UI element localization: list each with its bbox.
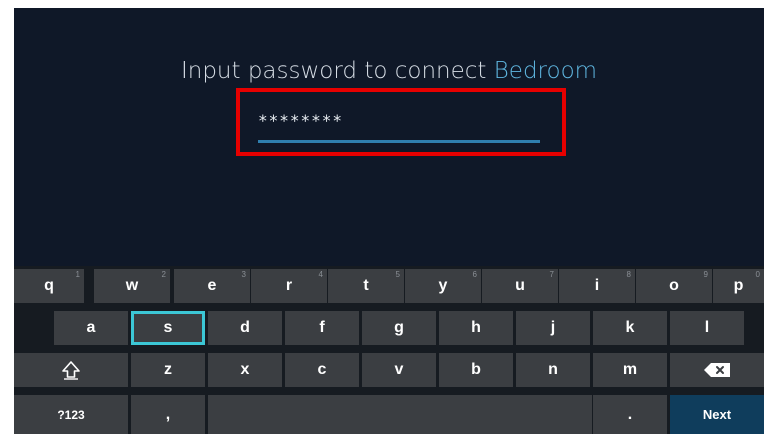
network-name: Bedroom xyxy=(493,58,598,84)
key-c-label: c xyxy=(317,361,327,378)
key-j-label: j xyxy=(550,319,556,336)
period-label: . xyxy=(627,405,633,423)
key-p-label: p xyxy=(733,277,744,294)
key-i-label: i xyxy=(594,277,600,294)
connect-prompt: Input password to connect Bedroom xyxy=(14,58,764,84)
key-e[interactable]: e3 xyxy=(174,269,250,303)
key-a[interactable]: a xyxy=(54,311,128,345)
next-key[interactable]: Next xyxy=(670,395,764,434)
key-m[interactable]: m xyxy=(593,353,667,387)
key-e-hint: 3 xyxy=(241,270,246,279)
key-s-focused[interactable]: s xyxy=(131,311,205,345)
comma-label: , xyxy=(165,405,171,423)
key-f-label: f xyxy=(319,319,325,336)
key-w-hint: 2 xyxy=(161,270,166,279)
key-i-hint: 8 xyxy=(626,270,631,279)
key-w-label: w xyxy=(125,277,139,294)
shift-key[interactable] xyxy=(14,353,128,387)
key-z[interactable]: z xyxy=(131,353,205,387)
key-i[interactable]: i8 xyxy=(559,269,635,303)
key-t[interactable]: t5 xyxy=(328,269,404,303)
key-d[interactable]: d xyxy=(208,311,282,345)
key-b[interactable]: b xyxy=(439,353,513,387)
key-q-hint: 1 xyxy=(75,270,80,279)
key-d-label: d xyxy=(240,319,250,336)
key-c[interactable]: c xyxy=(285,353,359,387)
key-y-hint: 6 xyxy=(472,270,477,279)
key-s-label: s xyxy=(163,319,173,336)
key-y-label: y xyxy=(438,277,448,294)
key-w[interactable]: w2 xyxy=(94,269,170,303)
key-b-label: b xyxy=(471,361,481,378)
key-g[interactable]: g xyxy=(362,311,436,345)
key-v[interactable]: v xyxy=(362,353,436,387)
key-v-label: v xyxy=(394,361,404,378)
key-u-hint: 7 xyxy=(549,270,554,279)
on-screen-keyboard: q1 w2 e3 r4 t5 y6 u7 i8 o9 p0 a s d f g … xyxy=(14,266,764,434)
key-q[interactable]: q1 xyxy=(14,269,84,303)
key-x-label: x xyxy=(240,361,250,378)
next-label: Next xyxy=(702,407,732,422)
symbols-label: ?123 xyxy=(57,407,85,422)
comma-key[interactable]: , xyxy=(131,395,205,434)
key-t-hint: 5 xyxy=(395,270,400,279)
key-y[interactable]: y6 xyxy=(405,269,481,303)
period-key[interactable]: . xyxy=(593,395,667,434)
key-k-label: k xyxy=(625,319,635,336)
symbols-key[interactable]: ?123 xyxy=(14,395,128,434)
key-o[interactable]: o9 xyxy=(636,269,712,303)
key-e-label: e xyxy=(207,277,217,294)
key-m-label: m xyxy=(622,361,638,378)
key-u-label: u xyxy=(515,277,525,294)
key-x[interactable]: x xyxy=(208,353,282,387)
key-u[interactable]: u7 xyxy=(482,269,558,303)
key-t-label: t xyxy=(363,277,369,294)
backspace-key[interactable] xyxy=(670,353,764,387)
backspace-icon xyxy=(704,363,730,377)
key-n[interactable]: n xyxy=(516,353,590,387)
key-k[interactable]: k xyxy=(593,311,667,345)
key-j[interactable]: j xyxy=(516,311,590,345)
key-g-label: g xyxy=(394,319,404,336)
key-q-label: q xyxy=(44,277,54,294)
key-h[interactable]: h xyxy=(439,311,513,345)
shift-icon xyxy=(61,360,81,380)
key-r-hint: 4 xyxy=(318,270,323,279)
wifi-password-screen: Input password to connect Bedroom ******… xyxy=(14,8,764,434)
key-r-label: r xyxy=(285,277,293,294)
key-z-label: z xyxy=(164,361,172,378)
key-n-label: n xyxy=(548,361,558,378)
key-o-label: o xyxy=(669,277,679,294)
key-h-label: h xyxy=(471,319,481,336)
key-p[interactable]: p0 xyxy=(713,269,764,303)
key-a-label: a xyxy=(86,319,96,336)
password-input-underline xyxy=(258,140,540,143)
password-input[interactable]: ******** xyxy=(258,111,538,139)
key-r[interactable]: r4 xyxy=(251,269,327,303)
key-l[interactable]: l xyxy=(670,311,744,345)
key-p-hint: 0 xyxy=(755,270,760,279)
key-f[interactable]: f xyxy=(285,311,359,345)
space-key[interactable] xyxy=(208,395,592,434)
key-l-label: l xyxy=(704,319,710,336)
prompt-text: Input password to connect xyxy=(180,58,494,84)
key-o-hint: 9 xyxy=(703,270,708,279)
